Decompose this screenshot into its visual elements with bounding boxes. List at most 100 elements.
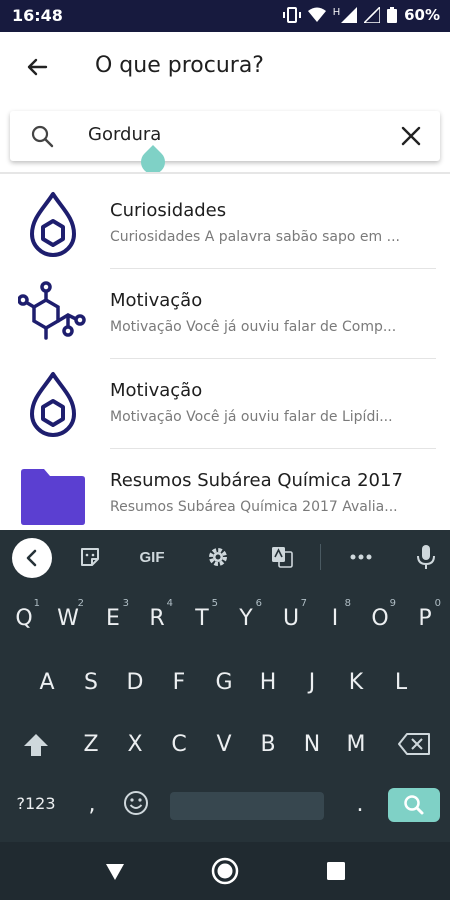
page-title: O que procura? <box>95 53 264 78</box>
list-item-text: Motivação Motivação Você já ouviu falar … <box>110 380 436 449</box>
battery-icon <box>387 7 398 23</box>
search-value: Gordura <box>88 124 162 145</box>
key-w[interactable]: 2W <box>48 598 88 631</box>
key-hint: 8 <box>344 598 351 609</box>
keyboard-collapse-button[interactable] <box>12 538 52 578</box>
emoji-icon <box>124 791 148 815</box>
list-item-title: Curiosidades <box>110 200 227 221</box>
key-k[interactable]: K <box>336 670 376 695</box>
list-item[interactable]: Resumos Subárea Química 2017 Resumos Sub… <box>0 448 450 538</box>
sticker-icon <box>81 548 99 566</box>
comma-key[interactable]: , <box>72 792 112 817</box>
key-hint: 6 <box>255 598 262 609</box>
symbols-key[interactable]: ?123 <box>8 794 64 813</box>
key-e[interactable]: 3E <box>93 598 133 631</box>
list-item-subtitle: Curiosidades A palavra sabão sapo em ... <box>110 229 400 245</box>
microphone-icon <box>417 545 435 569</box>
on-screen-keyboard: GIF 1Q 2W 3E 4R 5T 6Y 7U 8I 9O 0P A S D … <box>0 530 450 842</box>
key-q[interactable]: 1Q <box>4 598 44 631</box>
key-v[interactable]: V <box>204 732 244 757</box>
key-label: U <box>282 606 300 631</box>
nav-recents-icon[interactable] <box>327 862 345 880</box>
status-icons: H 60% <box>282 6 440 24</box>
backspace-key[interactable] <box>394 732 434 762</box>
key-j[interactable]: J <box>292 670 332 695</box>
key-r[interactable]: 4R <box>137 598 177 631</box>
key-hint: 2 <box>77 598 84 609</box>
drop-hexagon-icon <box>30 372 76 437</box>
space-key[interactable] <box>170 792 324 820</box>
nav-home-icon[interactable] <box>211 857 239 885</box>
list-item-text: Motivação Motivação Você já ouviu falar … <box>110 290 436 359</box>
key-hint: 7 <box>300 598 307 609</box>
shift-icon <box>24 734 48 756</box>
status-bar: 16:48 H 60% <box>0 0 450 32</box>
search-icon <box>404 795 424 815</box>
key-d[interactable]: D <box>115 670 155 695</box>
more-button[interactable] <box>347 542 375 572</box>
network-type-label: H <box>332 6 341 18</box>
key-a[interactable]: A <box>27 670 67 695</box>
key-label: E <box>106 606 120 631</box>
key-o[interactable]: 9O <box>360 598 400 631</box>
signal-icon <box>341 7 358 23</box>
voice-input-button[interactable] <box>414 542 438 572</box>
key-t[interactable]: 5T <box>182 598 222 631</box>
back-arrow-icon[interactable] <box>22 52 52 82</box>
key-label: Y <box>239 606 253 631</box>
key-y[interactable]: 6Y <box>226 598 266 631</box>
key-c[interactable]: C <box>159 732 199 757</box>
list-item-text: Resumos Subárea Química 2017 Resumos Sub… <box>110 470 436 538</box>
key-hint: 3 <box>122 598 129 609</box>
drop-hexagon-icon <box>30 192 76 257</box>
key-m[interactable]: M <box>336 732 376 757</box>
divider <box>0 172 450 174</box>
list-item[interactable]: Motivação Motivação Você já ouviu falar … <box>0 268 450 359</box>
key-label: W <box>57 606 79 631</box>
close-icon[interactable] <box>400 125 422 147</box>
key-i[interactable]: 8I <box>315 598 355 631</box>
list-item[interactable]: Motivação Motivação Você já ouviu falar … <box>0 358 450 449</box>
gear-icon <box>209 548 227 566</box>
key-label: R <box>149 606 165 631</box>
period-key[interactable]: . <box>340 792 380 817</box>
list-item-subtitle: Motivação Você já ouviu falar de Lipídi.… <box>110 409 393 425</box>
app-bar: O que procura? <box>0 32 450 102</box>
key-g[interactable]: G <box>204 670 244 695</box>
search-action-key[interactable] <box>388 788 440 822</box>
more-horizontal-icon <box>350 554 372 560</box>
search-area: Gordura <box>0 102 450 172</box>
key-f[interactable]: F <box>159 670 199 695</box>
key-z[interactable]: Z <box>71 732 111 757</box>
key-n[interactable]: N <box>292 732 332 757</box>
key-hint: 0 <box>434 598 441 609</box>
results-list: Curiosidades Curiosidades A palavra sabã… <box>0 178 450 538</box>
key-b[interactable]: B <box>248 732 288 757</box>
key-l[interactable]: L <box>381 670 421 695</box>
key-x[interactable]: X <box>115 732 155 757</box>
search-input[interactable]: Gordura <box>10 111 440 161</box>
emoji-key[interactable] <box>116 790 156 822</box>
folder-icon <box>21 469 85 525</box>
backspace-icon <box>398 733 430 755</box>
key-u[interactable]: 7U <box>271 598 311 631</box>
list-item-title: Motivação <box>110 290 203 311</box>
sticker-button[interactable] <box>76 542 104 572</box>
nav-back-icon[interactable] <box>104 862 126 882</box>
battery-percent: 60% <box>404 6 440 24</box>
key-p[interactable]: 0P <box>405 598 445 631</box>
key-s[interactable]: S <box>71 670 111 695</box>
chevron-left-icon <box>26 549 37 567</box>
wifi-icon <box>307 7 326 22</box>
key-hint: 5 <box>211 598 218 609</box>
shift-key[interactable] <box>16 732 56 764</box>
key-label: I <box>331 606 339 631</box>
settings-button[interactable] <box>204 542 232 572</box>
translate-button[interactable] <box>268 542 296 572</box>
list-item-subtitle: Resumos Subárea Química 2017 Avalia... <box>110 499 398 515</box>
gif-button[interactable]: GIF <box>132 542 172 572</box>
key-h[interactable]: H <box>248 670 288 695</box>
vibrate-icon <box>282 7 301 23</box>
keyboard-toolbar: GIF <box>0 530 450 584</box>
list-item[interactable]: Curiosidades Curiosidades A palavra sabã… <box>0 178 450 269</box>
